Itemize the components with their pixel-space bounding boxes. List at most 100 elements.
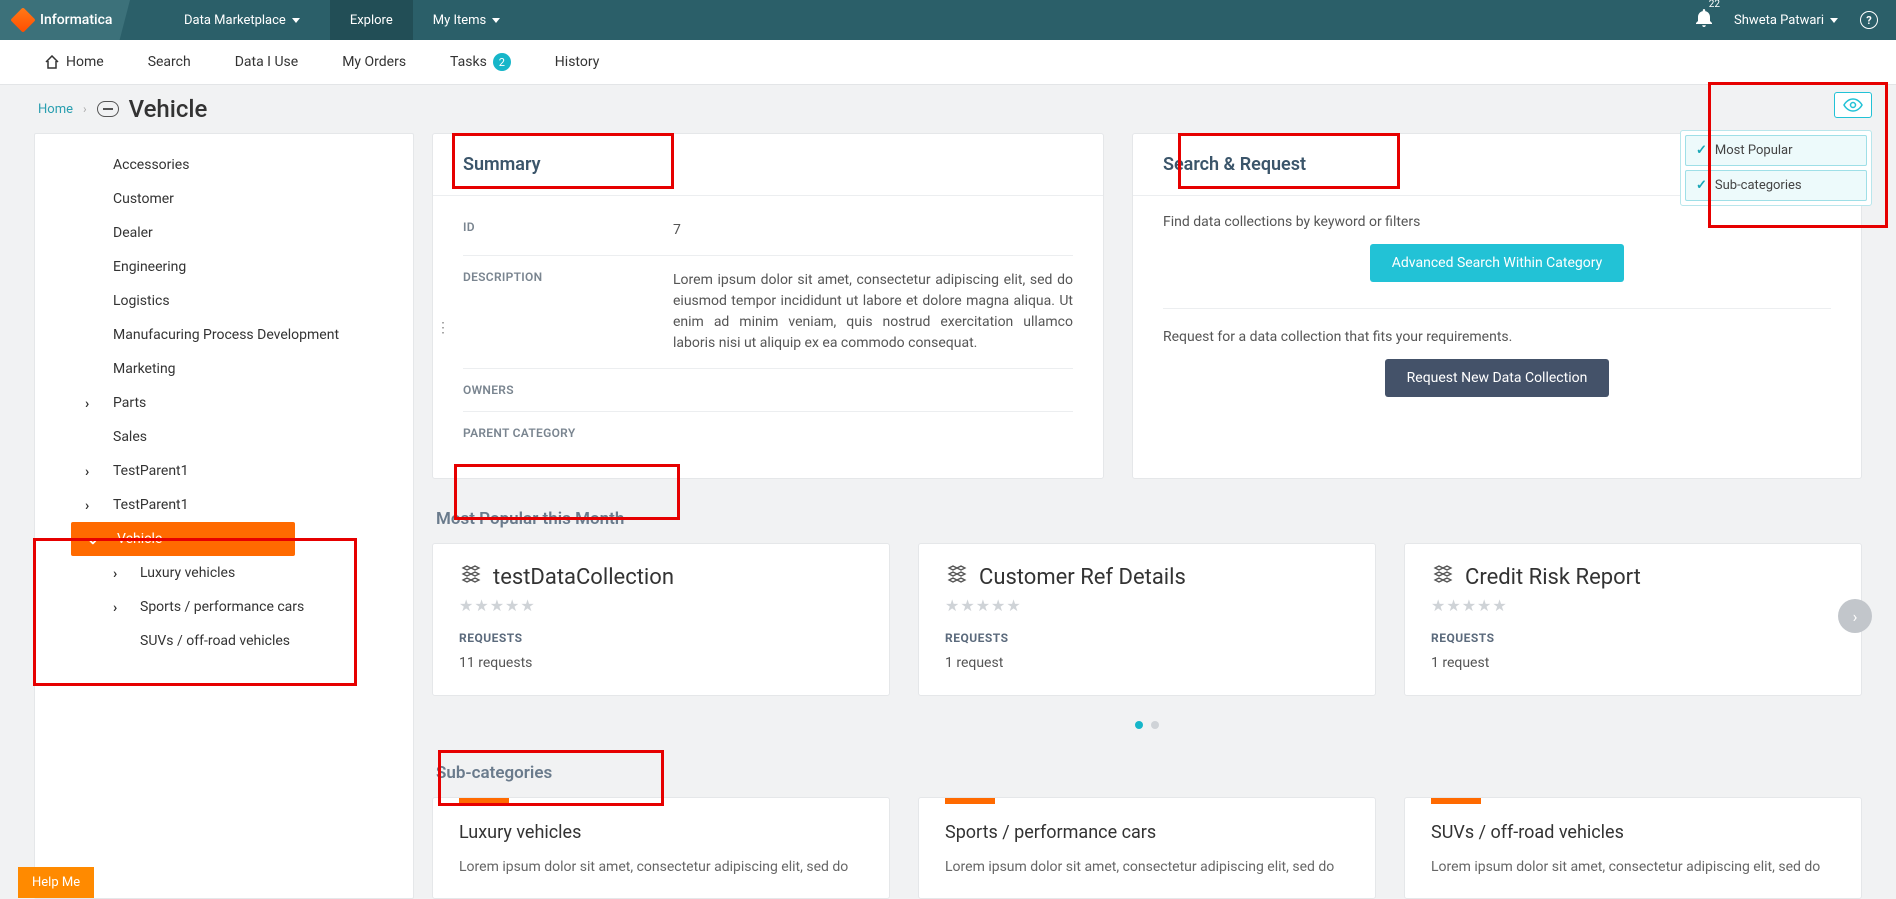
sidebar-item-luxury[interactable]: ›Luxury vehicles — [35, 556, 413, 590]
accent-bar — [945, 798, 995, 804]
carousel-dots[interactable] — [432, 714, 1862, 733]
caret-down-icon — [292, 18, 300, 23]
rating-stars: ★★★★★ — [945, 596, 1349, 615]
accent-bar — [459, 798, 509, 804]
requests-label: REQUESTS — [1431, 631, 1835, 645]
tasks-count-badge: 2 — [493, 53, 511, 71]
sidebar-item-sports[interactable]: ›Sports / performance cars — [35, 590, 413, 624]
popular-tile[interactable]: Credit Risk Report ★★★★★ REQUESTS 1 requ… — [1404, 543, 1862, 696]
sidebar-item-manufacturing[interactable]: Manufacuring Process Development — [35, 318, 413, 352]
collection-icon — [1431, 564, 1453, 590]
subcategory-tile[interactable]: Sports / performance cars Lorem ipsum do… — [918, 797, 1376, 899]
breadcrumb: Home › Vehicle — [0, 85, 1896, 133]
sidebar-item-marketing[interactable]: Marketing — [35, 352, 413, 386]
help-button[interactable]: ? — [1860, 11, 1878, 29]
eye-icon — [1843, 98, 1863, 112]
subnav-my-orders[interactable]: My Orders — [342, 54, 406, 70]
resize-handle[interactable]: ⋮ — [436, 320, 450, 336]
popular-tile[interactable]: testDataCollection ★★★★★ REQUESTS 11 req… — [432, 543, 890, 696]
home-icon — [44, 55, 60, 69]
sidebar-item-logistics[interactable]: Logistics — [35, 284, 413, 318]
sidebar-item-testparent1b[interactable]: ›TestParent1 — [35, 488, 413, 522]
subcategory-tile[interactable]: SUVs / off-road vehicles Lorem ipsum dol… — [1404, 797, 1862, 899]
sidebar-item-parts[interactable]: ›Parts — [35, 386, 413, 420]
subcategory-name: SUVs / off-road vehicles — [1431, 822, 1835, 843]
category-icon — [97, 101, 119, 117]
chevron-right-icon: › — [83, 102, 87, 116]
field-label-parent: PARENT CATEGORY — [463, 426, 673, 440]
chevron-right-icon: › — [113, 600, 117, 616]
breadcrumb-home[interactable]: Home — [38, 102, 73, 117]
field-label-owners: OWNERS — [463, 383, 673, 397]
subnav-data-i-use[interactable]: Data I Use — [235, 54, 298, 70]
dot[interactable] — [1151, 721, 1159, 729]
page-title: Vehicle — [129, 95, 208, 123]
nav-data-marketplace[interactable]: Data Marketplace — [184, 13, 300, 28]
help-me-button[interactable]: Help Me — [18, 867, 94, 898]
category-sidebar: Accessories Customer Dealer Engineering … — [34, 133, 414, 899]
sidebar-item-testparent1[interactable]: ›TestParent1 — [35, 454, 413, 488]
sidebar-item-customer[interactable]: Customer — [35, 182, 413, 216]
caret-down-icon — [1830, 18, 1838, 23]
subnav-history[interactable]: History — [555, 54, 600, 70]
bell-icon — [1696, 9, 1712, 27]
subnav-home[interactable]: Home — [44, 54, 104, 70]
dot-active[interactable] — [1135, 721, 1143, 729]
subcategory-desc: Lorem ipsum dolor sit amet, consectetur … — [945, 857, 1349, 878]
request-collection-button[interactable]: Request New Data Collection — [1385, 359, 1610, 397]
caret-down-icon — [492, 18, 500, 23]
view-toggle-panel: ✓Most Popular ✓Sub-categories — [1680, 130, 1872, 206]
summary-title: Summary — [433, 134, 1103, 196]
notification-count: 22 — [1709, 0, 1720, 10]
advanced-search-button[interactable]: Advanced Search Within Category — [1370, 244, 1624, 282]
field-value-parent — [673, 426, 1073, 440]
sidebar-item-engineering[interactable]: Engineering — [35, 250, 413, 284]
subnav-search[interactable]: Search — [148, 54, 191, 70]
logo-icon — [10, 7, 35, 32]
subcategory-name: Luxury vehicles — [459, 822, 863, 843]
view-toggle-button[interactable] — [1834, 92, 1872, 118]
request-text: Request for a data collection that fits … — [1163, 329, 1831, 345]
field-value-description: Lorem ipsum dolor sit amet, consectetur … — [673, 270, 1073, 354]
nav-explore[interactable]: Explore — [330, 0, 413, 40]
field-value-owners — [673, 383, 1073, 397]
subcategory-tiles: Luxury vehicles Lorem ipsum dolor sit am… — [432, 797, 1862, 899]
notifications-button[interactable]: 22 — [1696, 9, 1712, 31]
requests-label: REQUESTS — [945, 631, 1349, 645]
popular-tile[interactable]: Customer Ref Details ★★★★★ REQUESTS 1 re… — [918, 543, 1376, 696]
nav-my-items[interactable]: My Items — [433, 13, 501, 28]
top-bar: Informatica Data Marketplace Explore My … — [0, 0, 1896, 40]
rating-stars: ★★★★★ — [459, 596, 863, 615]
accent-bar — [1431, 798, 1481, 804]
field-label-description: DESCRIPTION — [463, 270, 673, 354]
sidebar-item-dealer[interactable]: Dealer — [35, 216, 413, 250]
sidebar-item-suvs[interactable]: SUVs / off-road vehicles — [35, 624, 413, 658]
collection-icon — [459, 564, 481, 590]
subnav-tasks[interactable]: Tasks 2 — [450, 53, 511, 71]
popular-section-title: Most Popular this Month — [436, 509, 1862, 529]
check-icon: ✓ — [1696, 143, 1707, 158]
field-value-id: 7 — [673, 220, 1073, 241]
subcategories-section-title: Sub-categories — [436, 763, 1862, 783]
summary-card: Summary ID7 DESCRIPTIONLorem ipsum dolor… — [432, 133, 1104, 479]
chevron-right-icon: › — [85, 464, 89, 480]
toggle-sub-categories[interactable]: ✓Sub-categories — [1685, 170, 1867, 201]
sidebar-item-accessories[interactable]: Accessories — [35, 148, 413, 182]
carousel-next-button[interactable]: › — [1838, 599, 1872, 633]
field-label-id: ID — [463, 220, 673, 241]
requests-value: 1 request — [945, 655, 1349, 671]
find-text: Find data collections by keyword or filt… — [1163, 214, 1831, 230]
sidebar-item-sales[interactable]: Sales — [35, 420, 413, 454]
subcategory-tile[interactable]: Luxury vehicles Lorem ipsum dolor sit am… — [432, 797, 890, 899]
brand-name: Informatica — [40, 12, 112, 28]
user-menu[interactable]: Shweta Patwari — [1734, 13, 1838, 28]
requests-value: 1 request — [1431, 655, 1835, 671]
sidebar-item-vehicle[interactable]: ⌄Vehicle — [71, 522, 295, 556]
chevron-right-icon: › — [85, 498, 89, 514]
content-area: Summary ID7 DESCRIPTIONLorem ipsum dolor… — [432, 133, 1862, 899]
requests-label: REQUESTS — [459, 631, 863, 645]
toggle-most-popular[interactable]: ✓Most Popular — [1685, 135, 1867, 166]
brand-logo[interactable]: Informatica — [0, 0, 130, 40]
chevron-right-icon: › — [113, 566, 117, 582]
sub-nav: Home Search Data I Use My Orders Tasks 2… — [0, 40, 1896, 85]
